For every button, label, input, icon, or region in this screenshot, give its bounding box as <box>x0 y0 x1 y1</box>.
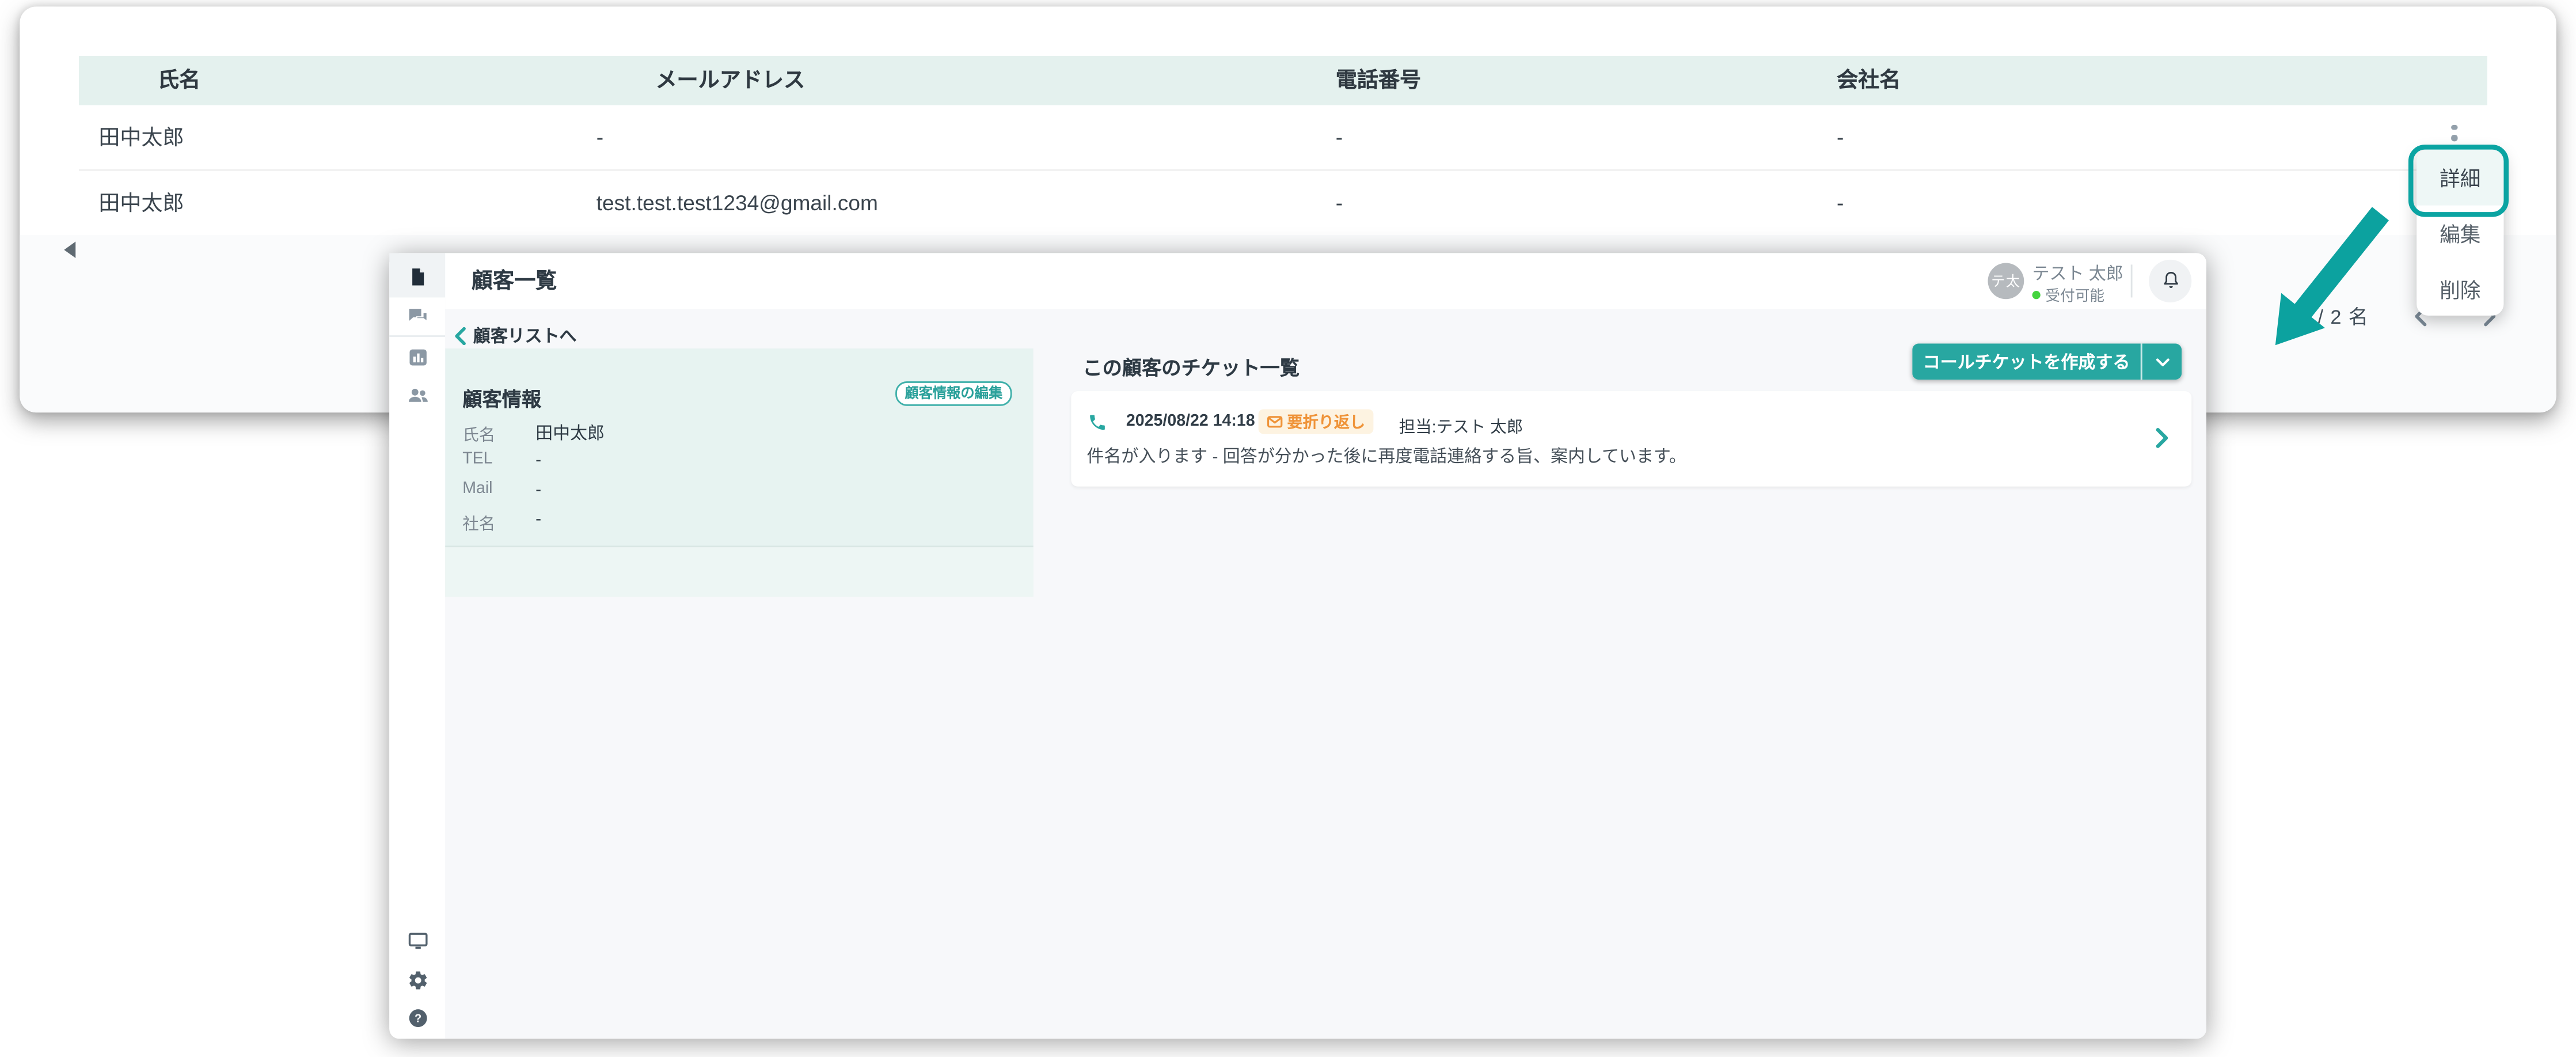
field-label-company: 社名 <box>462 510 495 535</box>
cell-company: - <box>1837 171 1844 235</box>
collapse-left-icon[interactable] <box>64 241 75 258</box>
customer-detail-window: ? 顧客一覧 テ太 テスト 太郎 受付可能 顧客リストへ <box>389 253 2206 1039</box>
phone-icon <box>1086 412 1106 432</box>
ticket-summary: 件名が入ります - 回答が分かった後に再度電話連絡する旨、案内しています。 <box>1086 444 1686 468</box>
envelope-icon <box>1266 414 1282 429</box>
ticket-list-title: この顧客のチケット一覧 <box>1082 353 1300 381</box>
menu-item-edit[interactable]: 編集 <box>2417 205 2503 260</box>
create-call-ticket-button[interactable]: コールチケットを作成する <box>1912 343 2141 380</box>
gear-icon <box>406 969 428 991</box>
sidebar-divider <box>389 335 445 337</box>
cell-phone: - <box>1336 171 1343 235</box>
document-icon <box>406 266 428 287</box>
sidebar-item-customers[interactable] <box>406 385 428 406</box>
sidebar-item-monitor[interactable] <box>406 930 428 952</box>
pagination-range-label: 1-2 / 2 名 <box>2191 302 2369 331</box>
table-row[interactable]: 田中太郎 - - - <box>79 105 2487 171</box>
ticket-assignee: 担当:テスト 太郎 <box>1399 412 1523 437</box>
column-header-email: メールアドレス <box>655 56 805 105</box>
bar-chart-icon <box>406 347 428 368</box>
cell-name: 田中太郎 <box>98 105 184 169</box>
page-title: 顧客一覧 <box>472 253 557 307</box>
panel-title: 顧客情報 <box>462 384 541 412</box>
status-dot <box>2032 290 2041 298</box>
table-row[interactable]: 田中太郎 test.test.test1234@gmail.com - - <box>79 171 2487 237</box>
menu-item-detail[interactable]: 詳細 <box>2417 150 2503 205</box>
users-icon <box>406 385 428 406</box>
notifications-button[interactable] <box>2149 259 2191 301</box>
monitor-icon <box>406 930 428 952</box>
create-call-ticket-split-button: コールチケットを作成する <box>1912 343 2182 380</box>
field-label-name: 氏名 <box>462 420 495 445</box>
bell-icon <box>2160 270 2181 291</box>
cell-name: 田中太郎 <box>98 171 184 235</box>
cell-company: - <box>1837 105 1844 169</box>
sidebar-item-analytics[interactable] <box>406 347 428 368</box>
table-header-row: 氏名 メールアドレス 電話番号 会社名 <box>79 56 2487 105</box>
screenshot-stage: 氏名 メールアドレス 電話番号 会社名 田中太郎 - - - 田中太郎 test… <box>0 0 2576 1057</box>
cell-email: test.test.test1234@gmail.com <box>596 171 878 235</box>
header-divider <box>2131 264 2133 297</box>
sidebar-item-help[interactable]: ? <box>406 1007 428 1029</box>
help-icon: ? <box>406 1007 428 1029</box>
menu-item-delete[interactable]: 削除 <box>2417 260 2503 316</box>
field-value-company: - <box>535 509 541 528</box>
edit-customer-info-button[interactable]: 顧客情報の編集 <box>895 381 1012 406</box>
panel-lower-section <box>445 547 1033 596</box>
field-label-mail: Mail <box>462 480 492 498</box>
chevron-right-icon <box>2155 427 2168 449</box>
sidebar-item-settings[interactable] <box>406 969 428 991</box>
chevron-down-icon <box>2155 356 2170 368</box>
app-sidebar: ? <box>389 253 447 1039</box>
sidebar-item-chat[interactable] <box>406 305 428 326</box>
svg-text:?: ? <box>414 1013 421 1025</box>
chevron-left-icon <box>454 326 467 344</box>
ticket-datetime: 2025/08/22 14:18 <box>1126 412 1255 430</box>
user-name: テスト 太郎 <box>2032 262 2123 286</box>
field-label-tel: TEL <box>462 450 492 468</box>
avatar[interactable]: テ太 <box>1988 262 2024 298</box>
cell-phone: - <box>1336 105 1343 169</box>
user-status: 受付可能 <box>2032 283 2105 305</box>
row-actions-context-menu: 詳細 編集 削除 <box>2417 150 2503 316</box>
callback-required-badge: 要折り返し <box>1257 408 1373 434</box>
badge-label: 要折り返し <box>1287 410 1366 433</box>
column-header-name: 氏名 <box>158 56 200 105</box>
sidebar-item-tickets[interactable] <box>406 266 428 287</box>
field-value-mail: - <box>535 479 541 499</box>
field-value-tel: - <box>535 449 541 469</box>
cell-email: - <box>596 105 603 169</box>
status-label: 受付可能 <box>2045 283 2104 305</box>
column-header-phone: 電話番号 <box>1336 56 1421 105</box>
column-header-company: 会社名 <box>1837 56 1901 105</box>
back-to-customer-list-link[interactable]: 顧客リストへ <box>454 323 577 348</box>
window-content: 顧客リストへ 顧客情報 顧客情報の編集 氏名 田中太郎 TEL - Mail -… <box>445 308 2206 1039</box>
customer-info-panel: 顧客情報 顧客情報の編集 氏名 田中太郎 TEL - Mail - 社名 - <box>445 347 1033 596</box>
back-link-label: 顧客リストへ <box>473 323 577 348</box>
ticket-list-item[interactable]: 2025/08/22 14:18 要折り返し 担当:テスト 太郎 件名が入ります… <box>1070 391 2191 486</box>
window-header: 顧客一覧 テ太 テスト 太郎 受付可能 <box>445 253 2206 309</box>
create-ticket-dropdown-button[interactable] <box>2141 343 2182 380</box>
field-value-name: 田中太郎 <box>535 420 605 445</box>
chat-icon <box>406 305 428 326</box>
